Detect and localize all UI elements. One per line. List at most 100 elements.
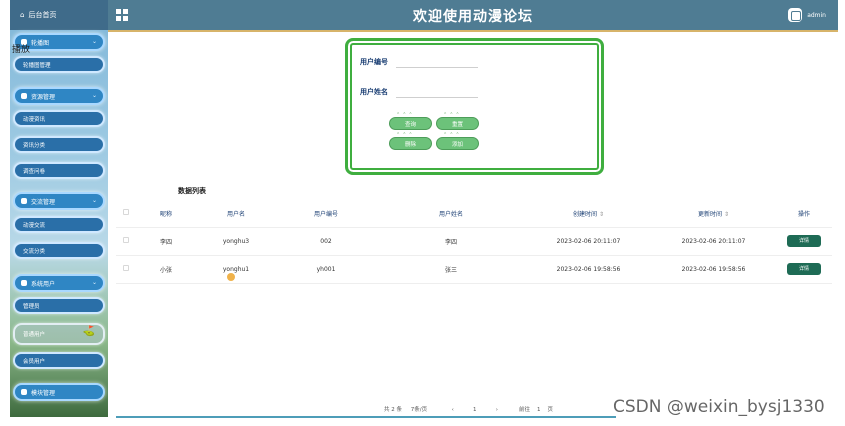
cell-user-name: 李四	[376, 227, 526, 256]
sort-icon: ⇕	[723, 210, 730, 218]
cell-action: 详情	[776, 255, 832, 284]
delete-button-label: 删除	[404, 141, 416, 148]
sidebar-item-exchange-category[interactable]: 交流分类	[13, 242, 105, 259]
sidebar-item-carousel-manage[interactable]: 轮播图管理	[13, 56, 105, 73]
cell-user-no: yh001	[276, 255, 376, 284]
cell-action: 详情	[776, 227, 832, 256]
avatar-icon	[788, 8, 803, 22]
cell-user-no: 002	[276, 227, 376, 256]
sidebar-group-modules[interactable]: 模块管理	[13, 383, 105, 401]
grid-icon	[21, 389, 27, 395]
sidebar-item-anime-exchange[interactable]: 动漫交流	[13, 216, 105, 233]
user-no-input[interactable]	[396, 57, 478, 68]
user-icon	[21, 280, 27, 286]
chevron-down-icon: ⌄	[91, 279, 97, 286]
col-action: 操作	[776, 200, 832, 228]
sidebar-group-label: 系统用户	[31, 280, 56, 288]
mouse-cursor-icon	[227, 273, 235, 281]
sidebar-item-label: 资讯分类	[23, 142, 46, 149]
select-all-checkbox[interactable]	[116, 200, 136, 228]
delete-button[interactable]: 删除	[389, 132, 432, 150]
sidebar-item-member-user[interactable]: 会员用户	[13, 352, 105, 369]
sidebar-group-resources[interactable]: 资源管理 ⌄	[13, 87, 105, 105]
cell-nickname: 李四	[136, 227, 196, 256]
username: admin	[807, 11, 826, 19]
cell-nickname: 小张	[136, 255, 196, 284]
add-button[interactable]: 添加	[436, 132, 479, 150]
sidebar-item-normal-user[interactable]: 普通用户 ⛳	[13, 323, 105, 345]
chevron-down-icon: ⌄	[91, 197, 97, 204]
col-updated-label: 更新时间	[697, 210, 722, 218]
col-user-name: 用户姓名	[376, 200, 526, 228]
sidebar-item-label: 管理员	[23, 303, 40, 310]
sidebar-item-label: 调查问卷	[23, 168, 46, 175]
pager-page-unit: 页	[547, 407, 553, 413]
pager-goto-label: 前往	[518, 407, 530, 413]
col-nickname: 昵称	[136, 200, 196, 228]
reset-button-label: 重置	[451, 121, 463, 128]
list-title: 数据列表	[178, 187, 206, 195]
sidebar-item-anime-news[interactable]: 动漫资讯	[13, 110, 105, 127]
pager-prev[interactable]: ‹	[452, 407, 454, 413]
sidebar-item-label: 会员用户	[23, 358, 46, 365]
bottom-divider	[116, 416, 616, 418]
cell-user-name: 张三	[376, 255, 526, 284]
col-created[interactable]: 创建时间 ⇕	[526, 200, 651, 228]
page-title: 欢迎使用动漫论坛	[413, 9, 533, 25]
sidebar-item-label: 轮播图管理	[23, 62, 51, 69]
search-panel: 用户编号 用户姓名 查询 重置 删除 添加	[345, 38, 604, 175]
pager-current[interactable]: 1	[473, 407, 477, 413]
sidebar: ⌂ 后台首页 轮播图 ⌄ 播放 轮播图管理 资源管理 ⌄ 动漫资讯 资讯分类 调…	[10, 0, 108, 417]
sidebar-item-label: 动漫交流	[23, 222, 46, 229]
sidebar-group-system-users[interactable]: 系统用户 ⌄	[13, 274, 105, 292]
row-checkbox[interactable]	[116, 255, 136, 284]
row-checkbox[interactable]	[116, 227, 136, 256]
cell-username: yonghu3	[196, 227, 276, 256]
cell-created: 2023-02-06 19:58:56	[526, 255, 651, 284]
watermark: CSDN @weixin_bysj1330	[613, 397, 825, 417]
sidebar-item-admin[interactable]: 管理员	[13, 297, 105, 314]
user-name-label: 用户姓名	[360, 88, 388, 96]
user-name-input[interactable]	[396, 87, 478, 98]
top-header: 欢迎使用动漫论坛 admin	[108, 0, 838, 30]
sidebar-group-label: 模块管理	[31, 389, 56, 397]
cell-created: 2023-02-06 20:11:07	[526, 227, 651, 256]
table-header-row: 昵称 用户名 用户编号 用户姓名 创建时间 ⇕ 更新时间 ⇕ 操作	[116, 200, 832, 228]
reset-button[interactable]: 重置	[436, 112, 479, 130]
sidebar-item-survey[interactable]: 调查问卷	[13, 162, 105, 179]
sidebar-group-label: 资源管理	[31, 93, 56, 101]
cell-updated: 2023-02-06 19:58:56	[651, 255, 776, 284]
query-button-label: 查询	[404, 121, 416, 128]
cell-username: yonghu1	[196, 255, 276, 284]
signpost-icon: ⛳	[82, 326, 95, 337]
cell-updated: 2023-02-06 20:11:07	[651, 227, 776, 256]
col-updated[interactable]: 更新时间 ⇕	[651, 200, 776, 228]
pager-total: 共 2 条	[384, 407, 402, 413]
add-button-label: 添加	[451, 141, 463, 148]
overlay-text: 播放	[12, 45, 31, 55]
table-row: 李四 yonghu3 002 李四 2023-02-06 20:11:07 20…	[116, 227, 832, 256]
sidebar-group-communication[interactable]: 交流管理 ⌄	[13, 192, 105, 210]
pager-next[interactable]: ›	[496, 407, 498, 413]
detail-button[interactable]: 详情	[787, 235, 821, 247]
detail-button[interactable]: 详情	[787, 263, 821, 275]
sidebar-item-news-category[interactable]: 资讯分类	[13, 136, 105, 153]
sidebar-home-link[interactable]: ⌂ 后台首页	[10, 0, 108, 30]
sidebar-group-label: 交流管理	[31, 198, 56, 206]
sidebar-item-label: 交流分类	[23, 248, 46, 255]
header-divider	[108, 30, 838, 32]
user-menu[interactable]: admin	[788, 8, 826, 22]
chevron-down-icon: ⌄	[91, 92, 97, 99]
col-created-label: 创建时间	[572, 210, 597, 218]
pagination: 共 2 条 7条/页 ‹ 1 › 前往 1 页	[384, 405, 553, 413]
chat-icon	[21, 198, 27, 204]
sidebar-item-label: 动漫资讯	[23, 116, 46, 123]
sidebar-group-label: 轮播图	[31, 39, 50, 47]
sidebar-brand-label: 后台首页	[28, 11, 57, 19]
sidebar-item-label: 普通用户	[23, 332, 46, 338]
pager-goto-input[interactable]: 1	[537, 407, 541, 413]
pager-size-select[interactable]: 7条/页	[411, 407, 427, 413]
query-button[interactable]: 查询	[389, 112, 432, 130]
location-icon	[21, 93, 27, 99]
sort-icon: ⇕	[598, 210, 605, 218]
